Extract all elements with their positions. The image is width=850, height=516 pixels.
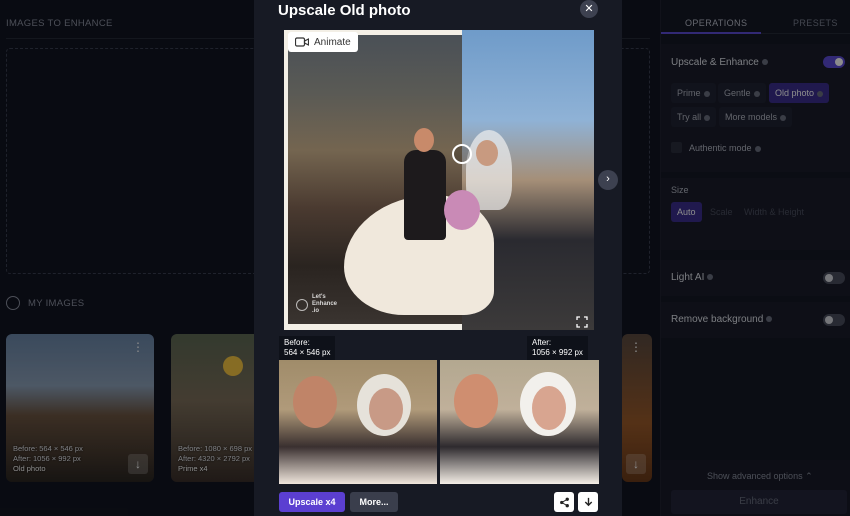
letsenhance-watermark: Let's Enhance .io	[296, 294, 337, 315]
upscale-modal: Upscale Old photo ✕ Animate Let's Enhanc…	[254, 0, 622, 516]
download-button[interactable]	[578, 492, 598, 512]
watermark-line: Let's	[312, 294, 326, 300]
modal-title: Upscale Old photo	[278, 2, 411, 19]
before-label: Before:	[284, 338, 310, 347]
watermark-line: Enhance	[312, 301, 338, 307]
bouquet	[444, 190, 480, 230]
more-options-button[interactable]: More...	[350, 492, 398, 512]
after-size: 1056 × 992 px	[532, 348, 583, 357]
app-root: IMAGES TO ENHANCE MY IMAGES ⋮ Before: 56…	[0, 0, 850, 516]
animate-button[interactable]: Animate	[288, 32, 358, 52]
watermark-line: .io	[312, 308, 319, 314]
bride-head	[476, 140, 498, 166]
share-icon	[559, 497, 569, 507]
close-icon[interactable]: ✕	[580, 0, 598, 18]
download-icon	[584, 497, 592, 506]
groom-face	[293, 376, 337, 428]
detail-crops	[279, 360, 599, 484]
expand-icon[interactable]	[576, 316, 588, 328]
watermark-text: Let's Enhance .io	[312, 294, 337, 315]
share-button[interactable]	[554, 492, 574, 512]
before-size-label: Before: 564 × 546 px	[279, 336, 336, 360]
logo-icon	[296, 298, 308, 311]
groom-head	[414, 128, 434, 152]
before-after-compare[interactable]: Animate Let's Enhance .io	[284, 30, 594, 330]
upscale-x4-button[interactable]: Upscale x4	[279, 492, 345, 512]
before-detail-crop	[279, 360, 437, 484]
before-size: 564 × 546 px	[284, 348, 331, 357]
compare-slider-handle[interactable]	[452, 144, 472, 164]
after-label: After:	[532, 338, 552, 347]
camera-icon	[295, 37, 309, 47]
animate-label: Animate	[314, 36, 351, 48]
groom-figure	[404, 150, 446, 240]
after-detail-crop	[440, 360, 599, 484]
next-image-button[interactable]: ›	[598, 170, 618, 190]
after-size-label: After: 1056 × 992 px	[527, 336, 588, 360]
groom-face	[454, 374, 498, 428]
bride-face	[369, 388, 403, 430]
bride-face	[532, 386, 566, 430]
